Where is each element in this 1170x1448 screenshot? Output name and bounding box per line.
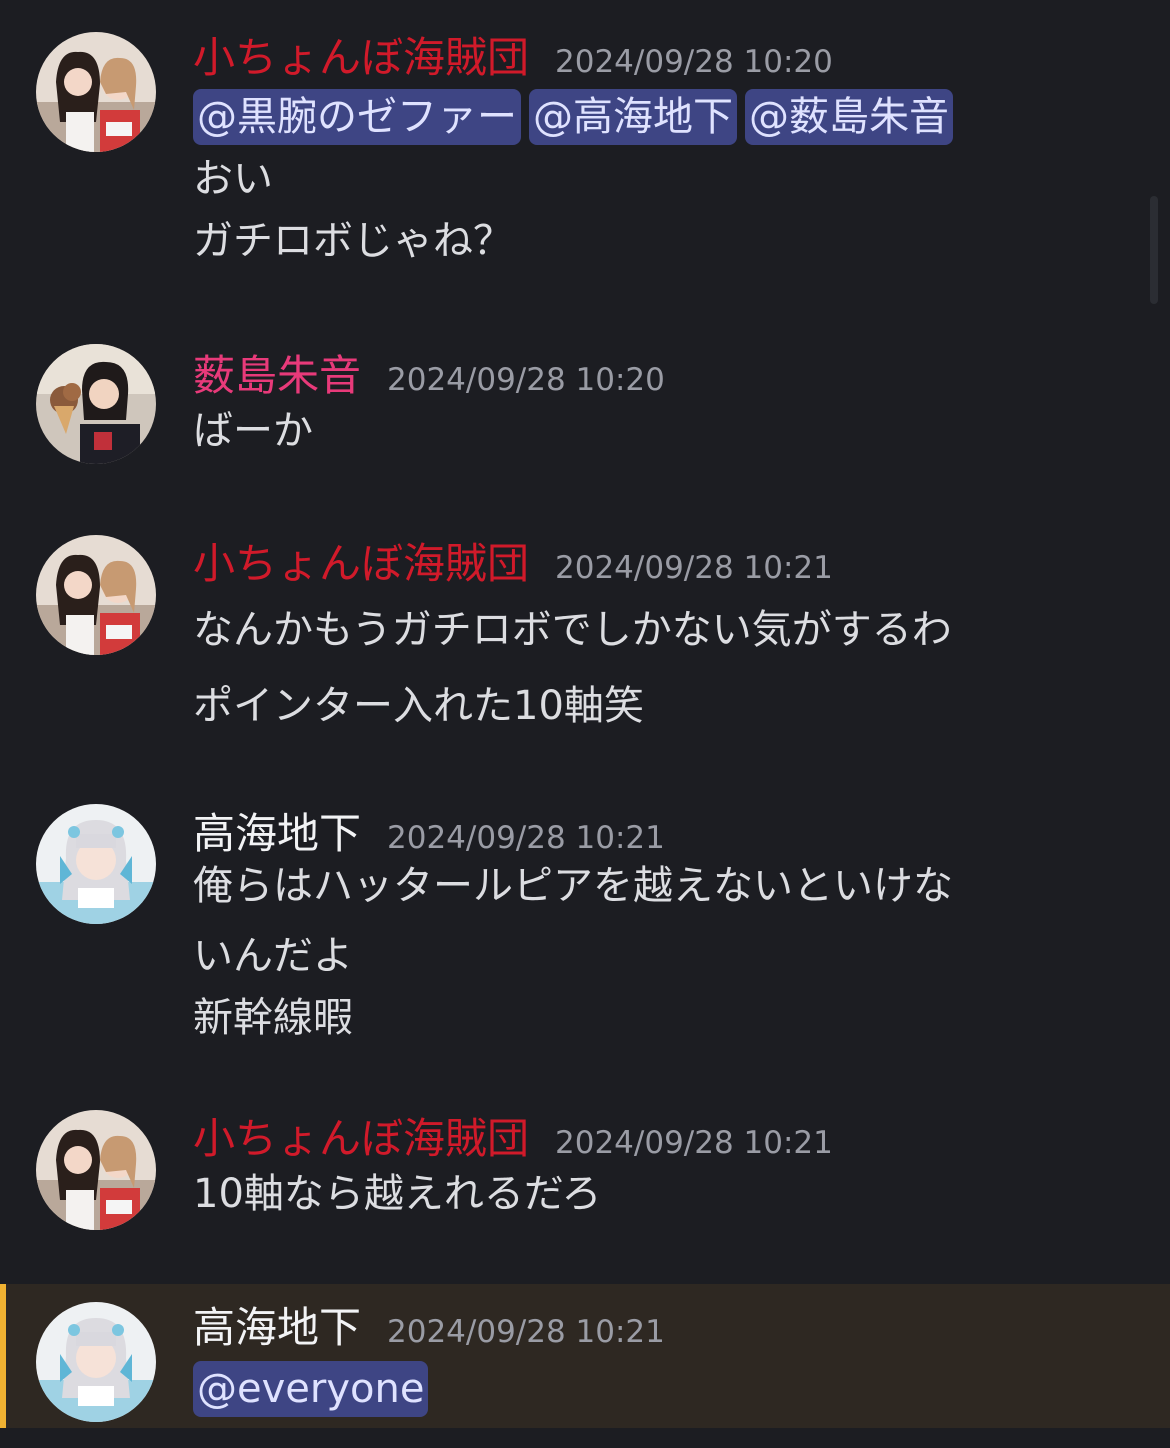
username[interactable]: 小ちょんぼ海賊団	[193, 530, 529, 591]
message-line: ガチロボじゃね？	[193, 218, 513, 264]
avatar[interactable]	[36, 32, 156, 152]
idol-blue-avatar-icon	[36, 804, 156, 924]
avatar[interactable]	[36, 344, 156, 464]
avatar[interactable]	[36, 535, 156, 655]
mention-chip[interactable]: @薮島朱音	[745, 89, 953, 145]
message-body: @everyone	[193, 1358, 1123, 1420]
avatar[interactable]	[36, 1302, 156, 1422]
message-header: 小ちょんぼ海賊団 2024/09/28 10:21	[193, 530, 833, 590]
chat-message: 小ちょんぼ海賊団 2024/09/28 10:20 @黒腕のゼファー @高海地下 @…	[0, 0, 1170, 300]
message-line: なんかもうガチロボでしかない気がするわ	[193, 607, 952, 653]
username[interactable]: 小ちょんぼ海賊団	[193, 1105, 529, 1166]
mention-line: @黒腕のゼファー @高海地下 @薮島朱音	[193, 86, 1123, 148]
message-line: いんだよ	[193, 933, 353, 979]
message-header: 小ちょんぼ海賊団 2024/09/28 10:20	[193, 24, 833, 84]
message-body: なんかもうガチロボでしかない気がするわ ポインター入れた10軸笑	[193, 592, 1123, 744]
mention-chip[interactable]: @黒腕のゼファー	[193, 89, 521, 145]
timestamp: 2024/09/28 10:20	[387, 362, 665, 398]
message-body: @黒腕のゼファー @高海地下 @薮島朱音 おい ガチロボじゃね？	[193, 86, 1123, 272]
message-line: ポインター入れた10軸笑	[193, 683, 644, 729]
avatar[interactable]	[36, 1110, 156, 1230]
mention-line: @everyone	[193, 1358, 1123, 1420]
username[interactable]: 薮島朱音	[193, 342, 361, 403]
message-header: 小ちょんぼ海賊団 2024/09/28 10:21	[193, 1105, 833, 1165]
chat-message: 小ちょんぼ海賊団 2024/09/28 10:21 10軸なら越えれるだろ	[0, 1075, 1170, 1280]
duo-photo-avatar-icon	[36, 535, 156, 655]
chat-message-list: 小ちょんぼ海賊団 2024/09/28 10:20 @黒腕のゼファー @高海地下 @…	[0, 0, 1170, 1448]
mention-chip[interactable]: @高海地下	[529, 89, 737, 145]
chat-message: 薮島朱音 2024/09/28 10:20 ばーか	[0, 300, 1170, 500]
chat-message: 高海地下 2024/09/28 10:21 俺らはハッタールピアを越えないといけ…	[0, 770, 1170, 1070]
chat-message-highlighted: 高海地下 2024/09/28 10:21 @everyone	[0, 1284, 1170, 1428]
username[interactable]: 小ちょんぼ海賊団	[193, 24, 529, 85]
chat-message: 小ちょんぼ海賊団 2024/09/28 10:21 なんかもうガチロボでしかない…	[0, 500, 1170, 770]
avatar[interactable]	[36, 804, 156, 924]
message-header: 薮島朱音 2024/09/28 10:20	[193, 342, 665, 402]
message-line: おい	[193, 156, 273, 202]
username[interactable]: 高海地下	[193, 1294, 361, 1355]
duo-photo-avatar-icon	[36, 32, 156, 152]
timestamp: 2024/09/28 10:21	[387, 1314, 665, 1350]
message-line: 俺らはハッタールピアを越えないといけな	[193, 863, 953, 909]
message-line: 10軸なら越えれるだろ	[193, 1171, 602, 1217]
message-header: 高海地下 2024/09/28 10:21	[193, 1294, 665, 1354]
mention-everyone-chip[interactable]: @everyone	[193, 1361, 429, 1417]
timestamp: 2024/09/28 10:21	[555, 550, 833, 586]
duo-photo-avatar-icon	[36, 1110, 156, 1230]
message-line: 新幹線暇	[193, 995, 353, 1041]
scrollbar[interactable]	[1150, 196, 1158, 304]
idol-blue-avatar-icon	[36, 1302, 156, 1422]
selfie-icecream-avatar-icon	[36, 344, 156, 464]
message-body: 10軸なら越えれるだろ	[193, 1163, 1123, 1225]
message-line: ばーか	[193, 408, 313, 454]
timestamp: 2024/09/28 10:20	[555, 44, 833, 80]
timestamp: 2024/09/28 10:21	[555, 1125, 833, 1161]
message-body: 俺らはハッタールピアを越えないといけな いんだよ 新幹線暇	[193, 850, 1123, 1046]
message-body: ばーか	[193, 400, 1123, 462]
